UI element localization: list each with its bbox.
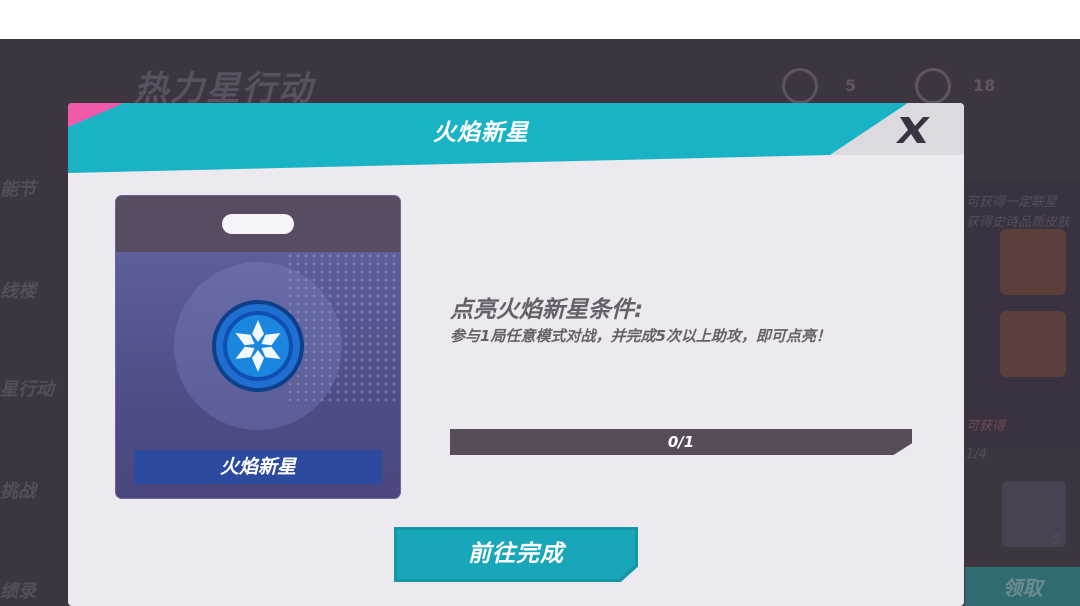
background-stat-value: 18 (973, 76, 996, 95)
background-reward-count: 5 (1052, 533, 1061, 548)
background-side-item[interactable]: 绩录 (0, 577, 36, 603)
background-avatar (1000, 311, 1066, 377)
background-reward-text: 可获得 (966, 419, 1006, 434)
condition-title: 点亮火焰新星条件: (450, 297, 644, 323)
card-top-strip (116, 196, 400, 252)
background-avatar (1000, 229, 1066, 295)
progress-text: 0/1 (667, 433, 695, 451)
close-icon (896, 117, 930, 143)
condition-description: 参与1局任意模式对战，并完成5次以上助攻，即可点亮！ (450, 327, 831, 345)
dialog-header: 火焰新星 (68, 103, 964, 173)
dialog-title: 火焰新星 (433, 120, 529, 146)
target-icon (915, 68, 951, 104)
badge-card: 火焰新星 (116, 196, 400, 498)
background-side-item[interactable]: 星行动 (0, 375, 54, 401)
hang-hook (222, 214, 294, 234)
background-side-item[interactable]: 挑战 (0, 477, 36, 503)
background-reward-text: 1/4 (966, 447, 987, 462)
go-complete-button[interactable]: 前往完成 (394, 527, 638, 582)
background-stat-value: 5 (845, 76, 857, 95)
background-side-item[interactable]: 能节 (0, 175, 36, 201)
progress-bar: 0/1 (450, 429, 912, 455)
background-claim-button[interactable]: 领取 (965, 567, 1080, 606)
background-reward-text: 获得史诗品质皮肤 (966, 215, 1071, 230)
background-reward-text: 可获得一定联星 (966, 195, 1058, 210)
badge-name-label: 火焰新星 (134, 450, 382, 484)
snowflake-badge-icon (210, 298, 306, 394)
medal-icon (782, 68, 818, 104)
close-button[interactable] (892, 113, 932, 147)
task-dialog: 火焰新星 火焰新星 点亮火焰新星条件: 参与1局任意模式对战，并完成5次以上助攻… (68, 103, 964, 606)
go-complete-label: 前往完成 (468, 541, 564, 567)
background-side-item[interactable]: 线楼 (0, 277, 36, 303)
